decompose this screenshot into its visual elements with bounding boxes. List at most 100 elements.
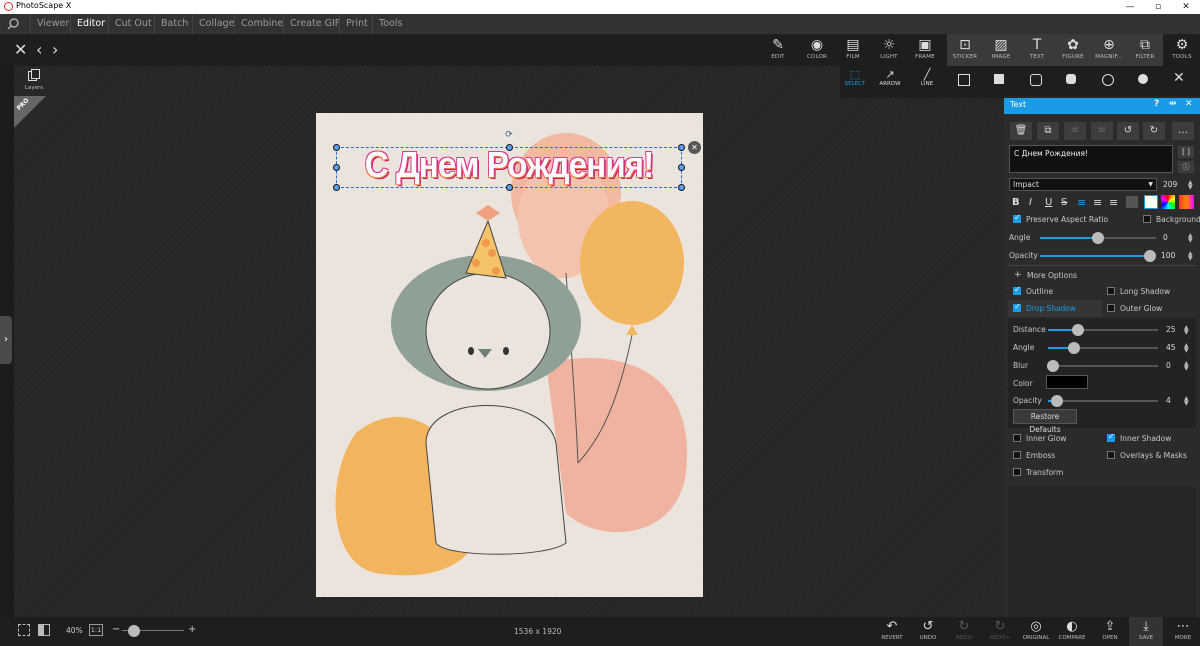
menu-print[interactable]: Print — [339, 14, 374, 34]
blur-slider-knob[interactable] — [1047, 360, 1059, 372]
text-selection-box[interactable] — [336, 147, 682, 188]
background-checkbox[interactable] — [1143, 215, 1151, 223]
shadow-color-swatch[interactable] — [1046, 375, 1088, 389]
rotate-handle-icon[interactable]: ⟳ — [503, 129, 515, 141]
split-view-icon[interactable] — [38, 624, 50, 636]
resize-handle[interactable] — [333, 144, 340, 151]
angle-value[interactable]: 0 — [1163, 233, 1168, 242]
resize-handle[interactable] — [678, 144, 685, 151]
tool-sticker[interactable]: ⊡ STICKER — [947, 34, 983, 66]
menu-cut-out[interactable]: Cut Out — [108, 14, 158, 34]
text-color-swatch[interactable] — [1144, 195, 1158, 209]
long-shadow-checkbox[interactable] — [1107, 287, 1115, 295]
shape-circle-outline-icon[interactable] — [1102, 74, 1114, 86]
zoom-slider-knob[interactable] — [128, 625, 140, 637]
shape-square-outline-icon[interactable] — [958, 74, 970, 86]
shadow-opacity-value[interactable]: 4 — [1166, 396, 1171, 405]
blur-slider[interactable] — [1048, 365, 1158, 367]
shape-rounded-outline-icon[interactable] — [1030, 74, 1042, 86]
outline-checkbox[interactable] — [1013, 285, 1021, 295]
shadow-angle-value[interactable]: 45 — [1166, 343, 1176, 352]
prev-icon[interactable]: ‹ — [36, 40, 42, 59]
inner-shadow-checkbox[interactable] — [1107, 432, 1115, 442]
close-icon[interactable]: ✕ — [14, 40, 27, 59]
tool-filter[interactable]: ⧉ FILTER — [1127, 34, 1163, 66]
info-icon[interactable]: ⓘ — [1178, 161, 1194, 173]
more-button[interactable]: … — [1172, 122, 1194, 140]
tool-frame[interactable]: ▣ FRAME — [907, 34, 943, 66]
tool-film[interactable]: ▤ FILM — [835, 34, 871, 66]
restore-defaults-button[interactable]: Restore Defaults — [1013, 409, 1077, 434]
shape-rounded-filled-icon[interactable] — [1066, 74, 1076, 84]
actual-size-button[interactable]: 1:1 — [89, 624, 103, 636]
shape-circle-filled-icon[interactable] — [1138, 74, 1148, 84]
search-icon[interactable] — [6, 17, 20, 31]
resize-handle[interactable] — [333, 164, 340, 171]
resize-handle[interactable] — [506, 184, 513, 191]
opacity-stepper[interactable]: ▲ ▼ — [1188, 251, 1193, 262]
transform-checkbox[interactable] — [1013, 468, 1021, 476]
delete-text-button[interactable]: 🗑 — [1010, 122, 1032, 140]
italic-icon[interactable]: I — [1029, 197, 1032, 208]
redo-button[interactable]: ↻ REDO — [947, 617, 981, 646]
grid-icon[interactable] — [18, 624, 30, 636]
inner-glow-checkbox[interactable] — [1013, 434, 1021, 442]
side-panel-toggle-icon[interactable]: › — [0, 316, 12, 364]
align-left-icon[interactable]: ≡ — [1077, 196, 1086, 209]
revert-button[interactable]: ↶ REVERT — [875, 617, 909, 646]
tool-edit[interactable]: ✎ EDIT — [760, 34, 796, 66]
help-icon[interactable]: ? — [1154, 99, 1159, 109]
more-options-label[interactable]: More Options — [1027, 271, 1077, 280]
font-select[interactable]: Impact ▼ — [1009, 178, 1157, 191]
duplicate-button[interactable]: ⧉ — [1037, 122, 1059, 140]
zoom-out-icon[interactable]: − — [112, 624, 120, 635]
text-input[interactable]: С Днем Рождения! — [1009, 145, 1173, 173]
distance-slider-knob[interactable] — [1072, 324, 1084, 336]
delete-object-icon[interactable]: ✕ — [688, 141, 701, 154]
angle-stepper[interactable]: ▲ ▼ — [1188, 233, 1193, 244]
compare-button[interactable]: ◐ COMPARE — [1055, 617, 1089, 646]
menu-batch[interactable]: Batch — [154, 14, 194, 34]
resize-handle[interactable] — [678, 164, 685, 171]
zoom-level[interactable]: 40% — [66, 626, 83, 635]
overlays-checkbox[interactable] — [1107, 451, 1115, 459]
save-button[interactable]: ⤓ SAVE — [1129, 617, 1163, 646]
original-button[interactable]: ◎ ORIGINAL — [1019, 617, 1053, 646]
align-left-button[interactable]: ≡ — [1064, 122, 1086, 140]
angle-slider[interactable] — [1040, 237, 1098, 239]
resize-handle[interactable] — [506, 144, 513, 151]
minimize-button[interactable]: — — [1116, 0, 1144, 14]
select-tool[interactable]: ⬚ SELECT — [844, 68, 866, 87]
redo-plus-button[interactable]: ↻ REDO+ — [983, 617, 1017, 646]
shadow-opacity-stepper[interactable]: ▲ ▼ — [1184, 396, 1189, 407]
shadow-opacity-slider-knob[interactable] — [1051, 395, 1063, 407]
shape-square-filled-icon[interactable] — [994, 74, 1004, 84]
line-tool[interactable]: ╱ LINE — [916, 68, 938, 87]
angle-slider-knob[interactable] — [1092, 232, 1104, 244]
close-panel-icon[interactable]: ✕ — [1173, 70, 1185, 86]
menu-tools[interactable]: Tools — [372, 14, 408, 34]
menu-combine[interactable]: Combine — [234, 14, 289, 34]
menu-editor[interactable]: Editor — [70, 14, 111, 34]
undo-button[interactable]: ↺ UNDO — [911, 617, 945, 646]
maximize-button[interactable]: ▫ — [1144, 0, 1172, 14]
next-icon[interactable]: › — [52, 40, 58, 59]
tool-light[interactable]: ☼ LIGHT — [871, 34, 907, 66]
arrow-tool[interactable]: ↗ ARROW — [878, 68, 902, 87]
pin-icon[interactable]: ⇹ — [1169, 99, 1177, 109]
menu-viewer[interactable]: Viewer — [30, 14, 75, 34]
menu-create-gif[interactable]: Create GIF — [283, 14, 346, 34]
close-panel-header-icon[interactable]: ✕ — [1185, 99, 1193, 109]
opacity-slider[interactable] — [1040, 255, 1150, 257]
open-button[interactable]: ⇪ OPEN — [1093, 617, 1127, 646]
distance-value[interactable]: 25 — [1166, 325, 1176, 334]
preserve-aspect-checkbox[interactable] — [1013, 213, 1021, 223]
tool-figure[interactable]: ✿ FIGURE — [1055, 34, 1091, 66]
align-right-icon[interactable]: ≡ — [1109, 196, 1118, 209]
layers-button[interactable]: Layers — [22, 68, 46, 94]
close-window-button[interactable]: ✕ — [1172, 0, 1200, 14]
align-center-icon[interactable]: ≡ — [1093, 196, 1102, 209]
more-bottom-button[interactable]: ⋯ MORE — [1166, 617, 1200, 646]
tool-image[interactable]: ▨ IMAGE — [983, 34, 1019, 66]
resize-handle[interactable] — [678, 184, 685, 191]
